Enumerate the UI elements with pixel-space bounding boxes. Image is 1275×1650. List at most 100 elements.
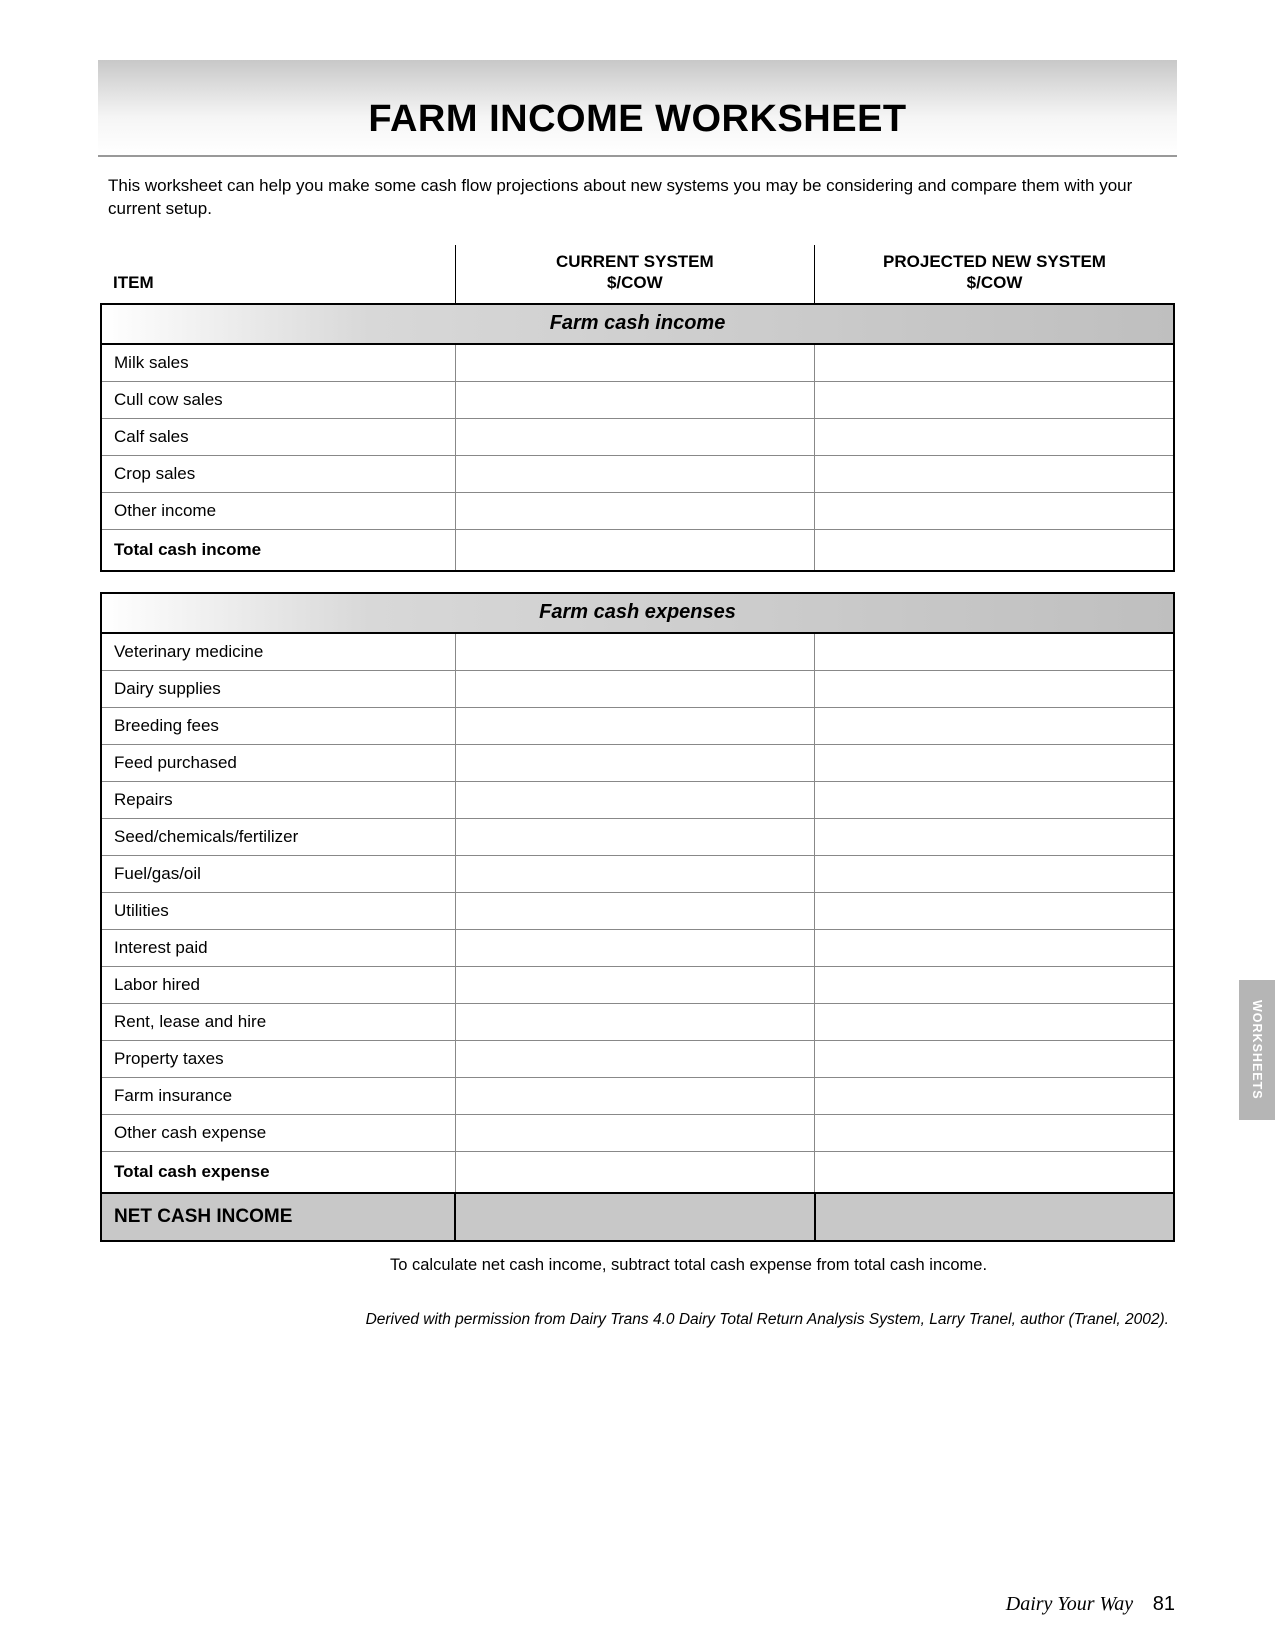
expense-row-current[interactable] (455, 745, 814, 782)
income-total-row: Total cash income (101, 530, 1174, 572)
expense-row-current[interactable] (455, 856, 814, 893)
income-row-projected[interactable] (815, 456, 1174, 493)
expense-row-current[interactable] (455, 930, 814, 967)
expense-row: Veterinary medicine (101, 633, 1174, 671)
expenses-heading: Farm cash expenses (101, 593, 1174, 633)
income-total-label: Total cash income (101, 530, 455, 572)
expense-row-label: Property taxes (101, 1041, 455, 1078)
intro-paragraph: This worksheet can help you make some ca… (108, 175, 1167, 221)
expense-row-projected[interactable] (815, 967, 1174, 1004)
expense-row-label: Repairs (101, 782, 455, 819)
net-current[interactable] (455, 1193, 814, 1241)
expense-row-projected[interactable] (815, 1115, 1174, 1152)
expense-row: Feed purchased (101, 745, 1174, 782)
income-row-projected[interactable] (815, 344, 1174, 382)
col-item: ITEM (101, 245, 455, 305)
expense-row-projected[interactable] (815, 930, 1174, 967)
expense-row: Interest paid (101, 930, 1174, 967)
expenses-total-projected[interactable] (815, 1152, 1174, 1194)
expense-row-current[interactable] (455, 1004, 814, 1041)
col-projected-line2: $/COW (967, 273, 1023, 292)
income-section-head: Farm cash income (101, 304, 1174, 344)
income-row-projected[interactable] (815, 382, 1174, 419)
expense-row-current[interactable] (455, 1078, 814, 1115)
source-credit: Derived with permission from Dairy Trans… (100, 1311, 1175, 1329)
income-row: Cull cow sales (101, 382, 1174, 419)
expense-row-current[interactable] (455, 967, 814, 1004)
expense-row-projected[interactable] (815, 633, 1174, 671)
expense-row-projected[interactable] (815, 1041, 1174, 1078)
expense-row-current[interactable] (455, 671, 814, 708)
expense-row-label: Dairy supplies (101, 671, 455, 708)
expense-row: Repairs (101, 782, 1174, 819)
income-row: Calf sales (101, 419, 1174, 456)
expense-row-current[interactable] (455, 893, 814, 930)
expense-row-label: Veterinary medicine (101, 633, 455, 671)
income-row-current[interactable] (455, 382, 814, 419)
footer-page-number: 81 (1153, 1593, 1175, 1615)
expense-row: Property taxes (101, 1041, 1174, 1078)
expense-row-label: Farm insurance (101, 1078, 455, 1115)
expense-row-current[interactable] (455, 633, 814, 671)
expense-row-current[interactable] (455, 1041, 814, 1078)
income-row: Milk sales (101, 344, 1174, 382)
expense-row-projected[interactable] (815, 819, 1174, 856)
side-tab-worksheets: WORKSHEETS (1239, 980, 1275, 1120)
expense-row-label: Fuel/gas/oil (101, 856, 455, 893)
expense-row: Other cash expense (101, 1115, 1174, 1152)
net-label: NET CASH INCOME (101, 1193, 455, 1241)
expense-row-label: Seed/chemicals/fertilizer (101, 819, 455, 856)
income-row-current[interactable] (455, 493, 814, 530)
col-projected-line1: PROJECTED NEW SYSTEM (883, 252, 1106, 271)
expense-row-current[interactable] (455, 1115, 814, 1152)
income-row-label: Cull cow sales (101, 382, 455, 419)
calculation-note: To calculate net cash income, subtract t… (100, 1256, 1175, 1275)
col-projected: PROJECTED NEW SYSTEM $/COW (815, 245, 1174, 305)
expense-row-label: Other cash expense (101, 1115, 455, 1152)
expense-row: Fuel/gas/oil (101, 856, 1174, 893)
expense-row-projected[interactable] (815, 893, 1174, 930)
col-current-line1: CURRENT SYSTEM (556, 252, 714, 271)
income-row-projected[interactable] (815, 419, 1174, 456)
expense-row-label: Labor hired (101, 967, 455, 1004)
expense-row-projected[interactable] (815, 708, 1174, 745)
expense-row-label: Utilities (101, 893, 455, 930)
net-cash-income-row: NET CASH INCOME (101, 1193, 1174, 1241)
expense-row-projected[interactable] (815, 782, 1174, 819)
col-current: CURRENT SYSTEM $/COW (455, 245, 814, 305)
expense-row-label: Interest paid (101, 930, 455, 967)
expense-row-projected[interactable] (815, 745, 1174, 782)
income-total-current[interactable] (455, 530, 814, 572)
expenses-total-label: Total cash expense (101, 1152, 455, 1194)
income-row-current[interactable] (455, 344, 814, 382)
expense-row-current[interactable] (455, 708, 814, 745)
expense-row-projected[interactable] (815, 1078, 1174, 1115)
income-row-label: Milk sales (101, 344, 455, 382)
header-band: FARM INCOME WORKSHEET (98, 60, 1177, 157)
expense-row: Utilities (101, 893, 1174, 930)
expense-row-projected[interactable] (815, 856, 1174, 893)
expense-row-label: Rent, lease and hire (101, 1004, 455, 1041)
page-title: FARM INCOME WORKSHEET (98, 98, 1177, 141)
expense-row-projected[interactable] (815, 1004, 1174, 1041)
income-row: Crop sales (101, 456, 1174, 493)
section-spacer (101, 571, 1174, 593)
expense-row-projected[interactable] (815, 671, 1174, 708)
expense-row: Seed/chemicals/fertilizer (101, 819, 1174, 856)
income-row-current[interactable] (455, 456, 814, 493)
net-projected[interactable] (815, 1193, 1174, 1241)
income-total-projected[interactable] (815, 530, 1174, 572)
expense-row-label: Feed purchased (101, 745, 455, 782)
income-row-current[interactable] (455, 419, 814, 456)
expense-row-current[interactable] (455, 819, 814, 856)
income-heading: Farm cash income (101, 304, 1174, 344)
expense-row-current[interactable] (455, 782, 814, 819)
expense-row: Dairy supplies (101, 671, 1174, 708)
page-footer: Dairy Your Way 81 (1006, 1593, 1175, 1616)
expenses-total-current[interactable] (455, 1152, 814, 1194)
income-row: Other income (101, 493, 1174, 530)
income-row-projected[interactable] (815, 493, 1174, 530)
income-row-label: Calf sales (101, 419, 455, 456)
expenses-section-head: Farm cash expenses (101, 593, 1174, 633)
worksheet-table: ITEM CURRENT SYSTEM $/COW PROJECTED NEW … (100, 245, 1175, 1243)
